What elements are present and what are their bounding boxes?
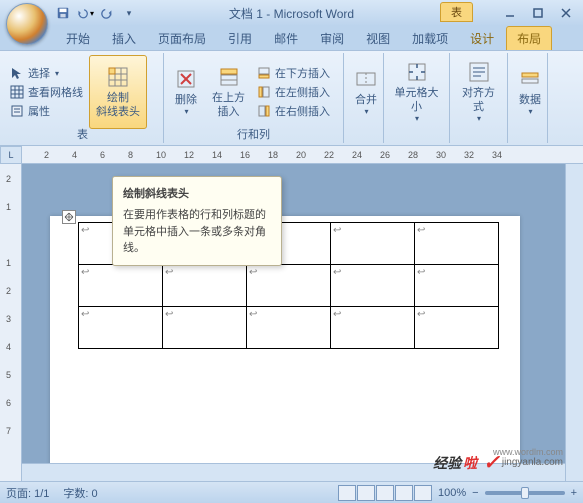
group-data: 数据▾ bbox=[508, 53, 548, 143]
checkmark-icon: ✓ bbox=[483, 450, 500, 475]
status-words[interactable]: 字数: 0 bbox=[63, 485, 97, 501]
tab-view[interactable]: 视图 bbox=[356, 27, 400, 50]
insert-below-button[interactable]: 在下方插入 bbox=[253, 64, 334, 82]
status-bar: 页面: 1/1 字数: 0 100% − + bbox=[0, 481, 583, 503]
watermark-brand: 经验啦 ✓ jingyanla.com bbox=[433, 450, 563, 475]
ruler-corner[interactable]: L bbox=[0, 146, 22, 164]
cell: ↩ bbox=[163, 307, 247, 349]
insert-right-button[interactable]: 在右侧插入 bbox=[253, 102, 334, 120]
draft-view-icon[interactable] bbox=[414, 485, 432, 501]
tab-design[interactable]: 设计 bbox=[460, 27, 504, 50]
redo-icon[interactable] bbox=[98, 4, 116, 22]
cell: ↩ bbox=[331, 223, 415, 265]
context-tab-table: 表 bbox=[440, 2, 473, 22]
cell: ↩ bbox=[331, 307, 415, 349]
cell: ↩ bbox=[331, 265, 415, 307]
cell: ↩ bbox=[415, 265, 499, 307]
print-layout-view-icon[interactable] bbox=[338, 485, 356, 501]
tooltip: 绘制斜线表头 在要用作表格的行和列标题的单元格中插入一条或多条对角线。 bbox=[112, 176, 282, 266]
select-button[interactable]: 选择▾ bbox=[6, 64, 87, 82]
tab-mailings[interactable]: 邮件 bbox=[264, 27, 308, 50]
cell: ↩ bbox=[163, 265, 247, 307]
view-buttons bbox=[338, 485, 432, 501]
window-title: 文档 1 - Microsoft Word bbox=[229, 5, 354, 22]
status-page[interactable]: 页面: 1/1 bbox=[6, 485, 49, 501]
vertical-ruler: 2 1 1 2 3 4 5 6 7 bbox=[0, 164, 22, 481]
insert-left-button[interactable]: 在左侧插入 bbox=[253, 83, 334, 101]
web-layout-view-icon[interactable] bbox=[376, 485, 394, 501]
zoom-out-button[interactable]: − bbox=[472, 487, 478, 499]
office-button[interactable] bbox=[6, 3, 48, 45]
group-merge: 合并▾ bbox=[344, 53, 384, 143]
tab-review[interactable]: 审阅 bbox=[310, 27, 354, 50]
cell: ↩ bbox=[415, 223, 499, 265]
tab-insert[interactable]: 插入 bbox=[102, 27, 146, 50]
undo-icon[interactable]: ▾ bbox=[76, 4, 94, 22]
tooltip-body: 在要用作表格的行和列标题的单元格中插入一条或多条对角线。 bbox=[123, 207, 271, 257]
cell: ↩ bbox=[247, 307, 331, 349]
cell: ↩ bbox=[415, 307, 499, 349]
table-move-handle-icon[interactable] bbox=[62, 210, 76, 224]
group-rows-cols: 删除▾ 在上方 插入 在下方插入 在左侧插入 在右侧插入 行和列 bbox=[164, 53, 344, 143]
minimize-button[interactable] bbox=[497, 5, 523, 21]
tab-page-layout[interactable]: 页面布局 bbox=[148, 27, 216, 50]
cell-size-button[interactable]: 单元格大小▾ bbox=[388, 55, 445, 129]
tab-references[interactable]: 引用 bbox=[218, 27, 262, 50]
ribbon-tabs: 开始 插入 页面布局 引用 邮件 审阅 视图 加载项 设计 布局 bbox=[0, 26, 583, 50]
alignment-button[interactable]: 对齐方式▾ bbox=[454, 55, 503, 129]
merge-button[interactable]: 合并▾ bbox=[348, 55, 384, 129]
tab-home[interactable]: 开始 bbox=[56, 27, 100, 50]
cell: ↩ bbox=[247, 265, 331, 307]
group-alignment: 对齐方式▾ bbox=[450, 53, 508, 143]
horizontal-ruler: L 2 4 6 8 10 12 14 16 18 20 22 24 26 28 … bbox=[0, 146, 583, 164]
insert-above-button[interactable]: 在上方 插入 bbox=[206, 55, 251, 129]
view-gridlines-button[interactable]: 查看网格线 bbox=[6, 83, 87, 101]
outline-view-icon[interactable] bbox=[395, 485, 413, 501]
tooltip-title: 绘制斜线表头 bbox=[123, 185, 271, 201]
group-title-table: 表 bbox=[2, 126, 163, 142]
qat-customize-icon[interactable]: ▾ bbox=[120, 4, 138, 22]
document-area[interactable]: ↩↩↩↩↩ ↩↩↩↩↩ ↩↩↩↩↩ bbox=[22, 164, 565, 481]
save-icon[interactable] bbox=[54, 4, 72, 22]
title-bar: ▾ ▾ 文档 1 - Microsoft Word 表 bbox=[0, 0, 583, 26]
cell: ↩ bbox=[79, 307, 163, 349]
tab-addins[interactable]: 加载项 bbox=[402, 27, 458, 50]
quick-access-toolbar: ▾ ▾ bbox=[54, 4, 138, 22]
delete-button[interactable]: 删除▾ bbox=[168, 55, 204, 129]
group-table: 选择▾ 查看网格线 属性 绘制 斜线表头 表 bbox=[2, 53, 164, 143]
group-cell-size: 单元格大小▾ bbox=[384, 53, 450, 143]
zoom-slider[interactable] bbox=[485, 491, 565, 495]
ribbon: 选择▾ 查看网格线 属性 绘制 斜线表头 表 删除▾ 在上方 插入 在下方插入 bbox=[0, 50, 583, 146]
vertical-scrollbar[interactable] bbox=[565, 164, 583, 481]
draw-diagonal-header-button[interactable]: 绘制 斜线表头 bbox=[89, 55, 147, 129]
group-title-rows-cols: 行和列 bbox=[164, 126, 343, 142]
properties-button[interactable]: 属性 bbox=[6, 102, 87, 120]
close-button[interactable] bbox=[553, 5, 579, 21]
cell: ↩ bbox=[79, 265, 163, 307]
data-button[interactable]: 数据▾ bbox=[512, 55, 548, 129]
tab-layout[interactable]: 布局 bbox=[506, 26, 552, 50]
full-screen-view-icon[interactable] bbox=[357, 485, 375, 501]
zoom-percent[interactable]: 100% bbox=[438, 487, 466, 499]
maximize-button[interactable] bbox=[525, 5, 551, 21]
zoom-in-button[interactable]: + bbox=[571, 487, 577, 499]
